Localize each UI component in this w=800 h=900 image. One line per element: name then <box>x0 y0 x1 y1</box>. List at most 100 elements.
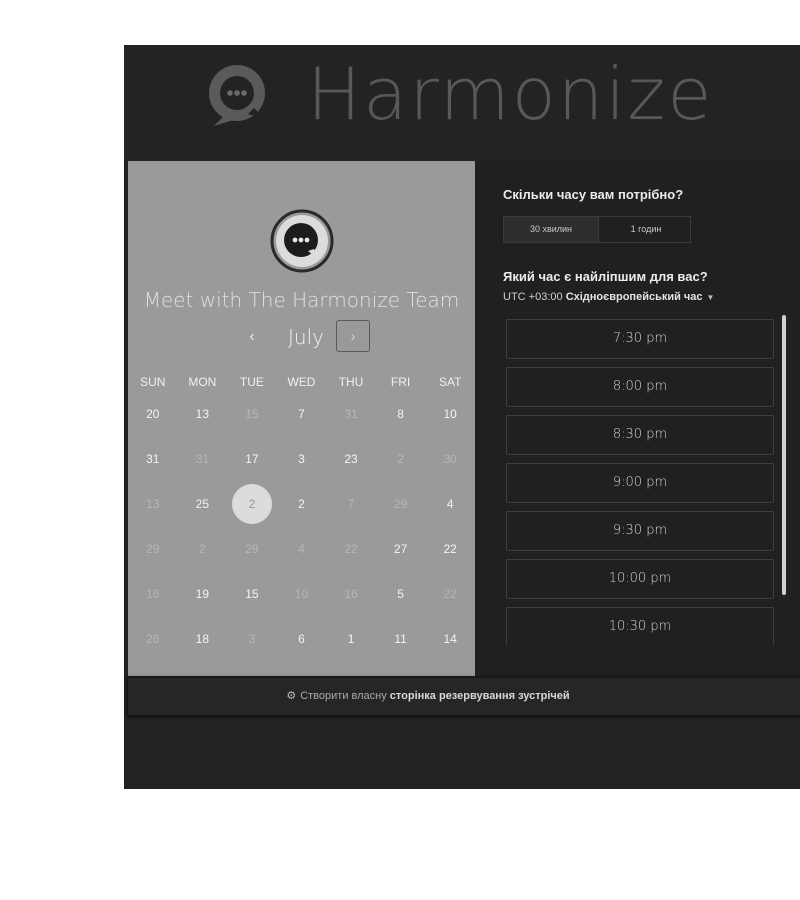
month-label: July <box>288 325 324 349</box>
timezone-selector[interactable]: UTC +03:00 Східноєвропейський час ▼ <box>503 291 714 303</box>
calendar-cell: 18 <box>178 616 228 661</box>
calendar-day-available[interactable]: 17 <box>232 439 272 479</box>
calendar-day-available[interactable]: 20 <box>133 394 173 434</box>
timezone-name: Східноєвропейський час <box>565 291 703 303</box>
calendar-panel: Meet with The Harmonize Team ‹ July › SU… <box>128 161 475 676</box>
calendar-cell: 15 <box>227 571 277 616</box>
calendar-cell: 2 <box>277 481 327 526</box>
time-slot[interactable]: 9:30 pm <box>506 511 774 551</box>
calendar-day-available[interactable]: 8 <box>381 394 421 434</box>
timezone-offset: UTC +03:00 <box>503 291 563 303</box>
calendar-day-available[interactable]: 13 <box>182 394 222 434</box>
previous-month-button[interactable]: ‹ <box>240 323 264 351</box>
calendar-cell: 22 <box>425 571 475 616</box>
calendar-cell: 23 <box>326 436 376 481</box>
calendar-day-available[interactable]: 27 <box>381 529 421 569</box>
calendar-cell: 5 <box>376 571 426 616</box>
calendar-day-available[interactable]: 19 <box>182 574 222 614</box>
calendar-day-available[interactable]: 31 <box>133 439 173 479</box>
calendar-cell: 31 <box>178 436 228 481</box>
booking-page: Harmonize Meet with The Harmonize Team ‹… <box>124 45 800 789</box>
calendar-day-available[interactable]: 22 <box>430 529 470 569</box>
calendar-cell: 20 <box>128 391 178 436</box>
calendar-day-unavailable: 13 <box>146 496 160 511</box>
calendar-days: 20 13 15 7 31 8 10 31 31 17 3 23 2 30 13 25 2 2 7 29 4 29 2 29 4… <box>128 391 475 661</box>
duration-option-30-min[interactable]: 30 хвилин <box>504 217 598 242</box>
header: Harmonize <box>124 45 800 160</box>
calendar-day-available[interactable]: 15 <box>232 574 272 614</box>
calendar-cell: 3 <box>277 436 327 481</box>
weekday-label: WED <box>287 375 316 389</box>
calendar-day-available[interactable]: 14 <box>430 619 470 659</box>
caret-down-icon: ▼ <box>706 293 715 302</box>
calendar-cell: 29 <box>376 481 426 526</box>
calendar-day-available[interactable]: 23 <box>331 439 371 479</box>
weekday-label: THU <box>338 375 364 389</box>
calendar-day-unavailable: 2 <box>397 451 404 466</box>
weekday-label: SUN <box>140 375 166 389</box>
duration-selector: 30 хвилин 1 годин <box>503 216 691 243</box>
calendar-cell: 10 <box>425 391 475 436</box>
calendar-cell: 10 <box>277 571 327 616</box>
calendar-day-available[interactable]: 10 <box>430 394 470 434</box>
calendar-cell: 22 <box>425 526 475 571</box>
calendar-cell: 4 <box>277 526 327 571</box>
calendar-cell: 30 <box>425 436 475 481</box>
calendar-day-available[interactable]: 4 <box>430 484 470 524</box>
time-slot-scrollbar[interactable] <box>782 315 786 595</box>
calendar-day-unavailable: 3 <box>248 631 256 646</box>
calendar-day-available[interactable]: 3 <box>281 439 321 479</box>
time-slot[interactable]: 8:30 pm <box>506 415 774 455</box>
calendar-day-available[interactable]: 11 <box>381 619 421 659</box>
calendar-day-available[interactable]: 6 <box>281 619 321 659</box>
calendar-day-unavailable: 26 <box>146 631 160 646</box>
calendar-cell: 13 <box>178 391 228 436</box>
organizer-avatar-icon <box>270 209 334 273</box>
time-slot[interactable]: 8:00 pm <box>506 367 774 407</box>
calendar-day-unavailable: 29 <box>393 496 408 511</box>
time-slot[interactable]: 7:30 pm <box>506 319 774 359</box>
calendar-cell: 16 <box>326 571 376 616</box>
calendar-cell: 31 <box>128 436 178 481</box>
calendar-cell: 29 <box>227 526 277 571</box>
calendar-day-unavailable: 30 <box>443 451 457 466</box>
calendar-week-row: 26 18 3 6 1 11 14 <box>128 616 475 661</box>
duration-option-1-hour[interactable]: 1 годин <box>598 217 693 242</box>
calendar-cell: 29 <box>128 526 178 571</box>
calendar-day-available[interactable]: 18 <box>182 619 222 659</box>
calendar-day-unavailable: 22 <box>344 541 358 556</box>
calendar-day-available[interactable]: 5 <box>381 574 421 614</box>
time-slot[interactable]: 10:30 pm <box>506 607 774 645</box>
calendar-day-unavailable: 29 <box>146 541 160 556</box>
calendar-day-unavailable: 16 <box>146 586 160 601</box>
calendar-cell: 2 <box>376 436 426 481</box>
time-slot[interactable]: 9:00 pm <box>506 463 774 503</box>
calendar-cell: 13 <box>128 481 178 526</box>
calendar-cell: 7 <box>326 481 376 526</box>
calendar-day-unavailable: 31 <box>344 406 358 421</box>
weekday-label: TUE <box>239 375 264 389</box>
calendar-day-available[interactable]: 1 <box>331 619 371 659</box>
calendar-cell: 19 <box>178 571 228 616</box>
calendar-day-available[interactable]: 2 <box>281 484 321 524</box>
meeting-title: Meet with The Harmonize Team <box>143 288 460 312</box>
calendar-day-selected[interactable]: 2 <box>231 483 272 524</box>
calendar-day-unavailable: 16 <box>344 586 358 601</box>
calendar-week-row: 31 31 17 3 23 2 30 <box>128 436 475 481</box>
chat-bubble-logo-icon <box>209 65 266 126</box>
next-month-button[interactable]: › <box>336 320 370 352</box>
calendar-cell: 11 <box>376 616 426 661</box>
calendar-week-row: 20 13 15 7 31 8 10 <box>128 391 475 436</box>
footer-link-bold: сторінка резервування зустрічей <box>389 690 570 702</box>
calendar-day-unavailable: 4 <box>298 541 305 556</box>
time-slot[interactable]: 10:00 pm <box>506 559 774 599</box>
calendar-day-available[interactable]: 25 <box>182 484 222 524</box>
time-question: Який час є найліпшим для вас? <box>503 269 708 284</box>
calendar-week-row: 13 25 2 2 7 29 4 <box>128 481 475 526</box>
calendar-week-row: 16 19 15 10 16 5 22 <box>128 571 475 616</box>
calendar-cell: 4 <box>425 481 475 526</box>
calendar-day-available[interactable]: 7 <box>281 394 321 434</box>
calendar-cell: 2 <box>227 481 277 526</box>
create-booking-page-link[interactable]: ⚙ Створити власну сторінка резервування з… <box>128 689 728 702</box>
booking-panel: Скільки часу вам потрібно? 30 хвилин 1 г… <box>475 161 800 676</box>
